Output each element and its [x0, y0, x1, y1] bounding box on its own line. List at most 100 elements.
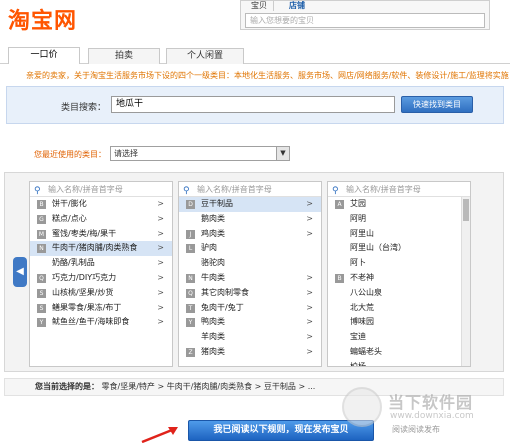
list-item[interactable]: 蝙蝠老头	[328, 345, 470, 360]
recent-categories-row: 您最近使用的类目： 请选择 ▼	[6, 146, 506, 162]
letter-badge: N	[186, 273, 195, 283]
chevron-right-icon: >	[306, 332, 313, 342]
list-item-label: 豆干制品	[201, 199, 233, 208]
list-item[interactable]: 宝迪	[328, 330, 470, 345]
chevron-right-icon: >	[157, 213, 164, 223]
list-item-label: 鹅肉类	[201, 213, 225, 223]
category-column-3: ⚲ 输入名称/拼音首字母 A 艾园 阿明 阿里山 阿里山（台湾） 阿卜 B 不老神 …	[327, 181, 471, 367]
list-item[interactable]: Z 猪肉类 >	[179, 345, 321, 360]
scroll-left-arrow-icon[interactable]: ◀	[13, 257, 27, 287]
letter-badge: N	[37, 244, 46, 254]
list-item[interactable]: Y 鸭肉类 >	[179, 315, 321, 330]
letter-badge: G	[37, 214, 46, 224]
recent-categories-select[interactable]: 请选择 ▼	[110, 146, 290, 161]
watermark-logo-icon	[342, 387, 382, 427]
search-input[interactable]: 输入您想要的宝贝	[245, 13, 485, 28]
chevron-right-icon: >	[306, 317, 313, 327]
list-item-label: 鸭肉类	[201, 317, 225, 327]
list-item[interactable]: 柏杨	[328, 360, 470, 367]
red-arrow-icon	[141, 427, 178, 443]
chevron-right-icon: >	[157, 243, 164, 253]
list-item[interactable]: G 糕点/点心 >	[30, 212, 172, 227]
list-item[interactable]: 阿卜	[328, 256, 470, 271]
list-item[interactable]: 八公山泉	[328, 286, 470, 301]
list-item[interactable]: Y 鱿鱼丝/鱼干/海味即食 >	[30, 315, 172, 330]
list-item[interactable]: Q 巧克力/DIY巧克力 >	[30, 271, 172, 286]
list-item[interactable]: 奶酪/乳制品 >	[30, 256, 172, 271]
tab-fixed-price[interactable]: 一口价	[8, 47, 80, 64]
column-search-input[interactable]: ⚲ 输入名称/拼音首字母	[30, 182, 172, 197]
list-item[interactable]: 阿里山（台湾）	[328, 241, 470, 256]
list-item-label: 猪肉类	[201, 346, 225, 356]
column-search-placeholder: 输入名称/拼音首字母	[346, 185, 421, 194]
list-item[interactable]: Q 其它肉制零食 >	[179, 286, 321, 301]
watermark-url: www.downxia.com	[390, 411, 474, 421]
recent-categories-label: 您最近使用的类目：	[34, 150, 106, 159]
list-item-label: 阿里山（台湾）	[350, 243, 406, 253]
list-item[interactable]: A 艾园	[328, 197, 470, 212]
find-category-button[interactable]: 快速找到类目	[401, 96, 473, 113]
column-search-input[interactable]: ⚲ 输入名称/拼音首字母	[179, 182, 321, 197]
list-item[interactable]: T 兔肉干/兔丁 >	[179, 301, 321, 316]
list-item[interactable]: S 山核桃/坚果/炒货 >	[30, 286, 172, 301]
category-search-label: 类目搜索：	[61, 103, 107, 113]
list-item-label: 鳝果零食/果冻/布丁	[52, 302, 122, 312]
column-search-input[interactable]: ⚲ 输入名称/拼音首字母	[328, 182, 470, 197]
taobao-logo[interactable]: 淘宝网	[8, 3, 77, 35]
list-item-label: 艾园	[350, 199, 366, 208]
list-item-label: 蝙蝠老头	[350, 346, 382, 356]
list-item-label: 奶酪/乳制品	[52, 258, 95, 268]
search-tab-shops[interactable]: 店铺	[283, 1, 311, 11]
list-item[interactable]: B 不老神	[328, 271, 470, 286]
letter-badge: A	[335, 200, 344, 209]
list-item[interactable]: 羊肉类 >	[179, 330, 321, 345]
list-item-label: 糕点/点心	[52, 213, 87, 223]
list-item-label: 兔肉干/兔丁	[201, 302, 244, 312]
chevron-right-icon: >	[306, 287, 313, 297]
chevron-right-icon: >	[157, 287, 164, 297]
search-tab-items[interactable]: 宝贝	[245, 1, 274, 11]
list-item[interactable]: N 牛肉类 >	[179, 271, 321, 286]
letter-badge: S	[37, 303, 46, 313]
list-item-label: 柏杨	[350, 361, 366, 367]
list-item-label: 鱿鱼丝/鱼干/海味即食	[52, 317, 130, 327]
category-column-2: ⚲ 输入名称/拼音首字母 D 豆干制品 > 鹅肉类 > J 鸡肉类 > L 驴肉 骆驼肉 N…	[178, 181, 322, 367]
tab-personal-idle[interactable]: 个人闲置	[166, 48, 244, 64]
watermark: 当下软件园 www.downxia.com	[340, 385, 508, 441]
list-item-selected[interactable]: N 牛肉干/猪肉脯/肉类熟食 >	[30, 241, 172, 257]
list-item[interactable]: 博味园	[328, 315, 470, 330]
list-item[interactable]: 骆驼肉	[179, 256, 321, 271]
chevron-down-icon[interactable]: ▼	[276, 147, 289, 160]
recent-categories-value: 请选择	[114, 149, 138, 158]
chevron-right-icon: >	[157, 199, 164, 208]
list-item[interactable]: L 驴肉	[179, 241, 321, 256]
list-item-label: 宝迪	[350, 332, 366, 342]
list-item[interactable]: 鹅肉类 >	[179, 212, 321, 227]
list-item[interactable]: S 鳝果零食/果冻/布丁 >	[30, 301, 172, 316]
tab-auction[interactable]: 拍卖	[88, 48, 160, 64]
list-item[interactable]: 北大荒	[328, 301, 470, 316]
column-scrollbar[interactable]	[461, 197, 470, 366]
letter-badge: Y	[186, 318, 195, 328]
list-item-selected[interactable]: D 豆干制品 >	[179, 197, 321, 212]
category-search-input[interactable]: 地瓜干	[111, 96, 395, 113]
list-item-label: 阿里山	[350, 228, 374, 238]
selected-path-value: 零食/坚果/特产 > 牛肉干/猪肉脯/肉类熟食 > 豆干制品 > ...	[101, 382, 316, 391]
letter-badge: D	[186, 200, 195, 209]
list-item-label: 蜜饯/枣类/梅/果干	[52, 228, 117, 238]
letter-badge: B	[37, 200, 46, 209]
letter-badge: B	[335, 273, 344, 283]
chevron-right-icon: >	[157, 272, 164, 282]
list-item-label: 骆驼肉	[201, 258, 225, 268]
list-item-label: 山核桃/坚果/炒货	[52, 287, 114, 297]
list-item[interactable]: 阿里山	[328, 227, 470, 242]
list-item-label: 八公山泉	[350, 287, 382, 297]
list-item[interactable]: B 饼干/膨化 >	[30, 197, 172, 212]
list-item[interactable]: M 蜜饯/枣类/梅/果干 >	[30, 227, 172, 242]
list-item[interactable]: J 鸡肉类 >	[179, 227, 321, 242]
column-list: D 豆干制品 > 鹅肉类 > J 鸡肉类 > L 驴肉 骆驼肉 N 牛肉类 > Q 其它肉制零食 >…	[179, 197, 321, 360]
chevron-right-icon: >	[306, 228, 313, 238]
scrollbar-thumb[interactable]	[463, 199, 469, 221]
publish-type-tabs: 一口价 拍卖 个人闲置	[0, 46, 510, 64]
list-item[interactable]: 阿明	[328, 212, 470, 227]
